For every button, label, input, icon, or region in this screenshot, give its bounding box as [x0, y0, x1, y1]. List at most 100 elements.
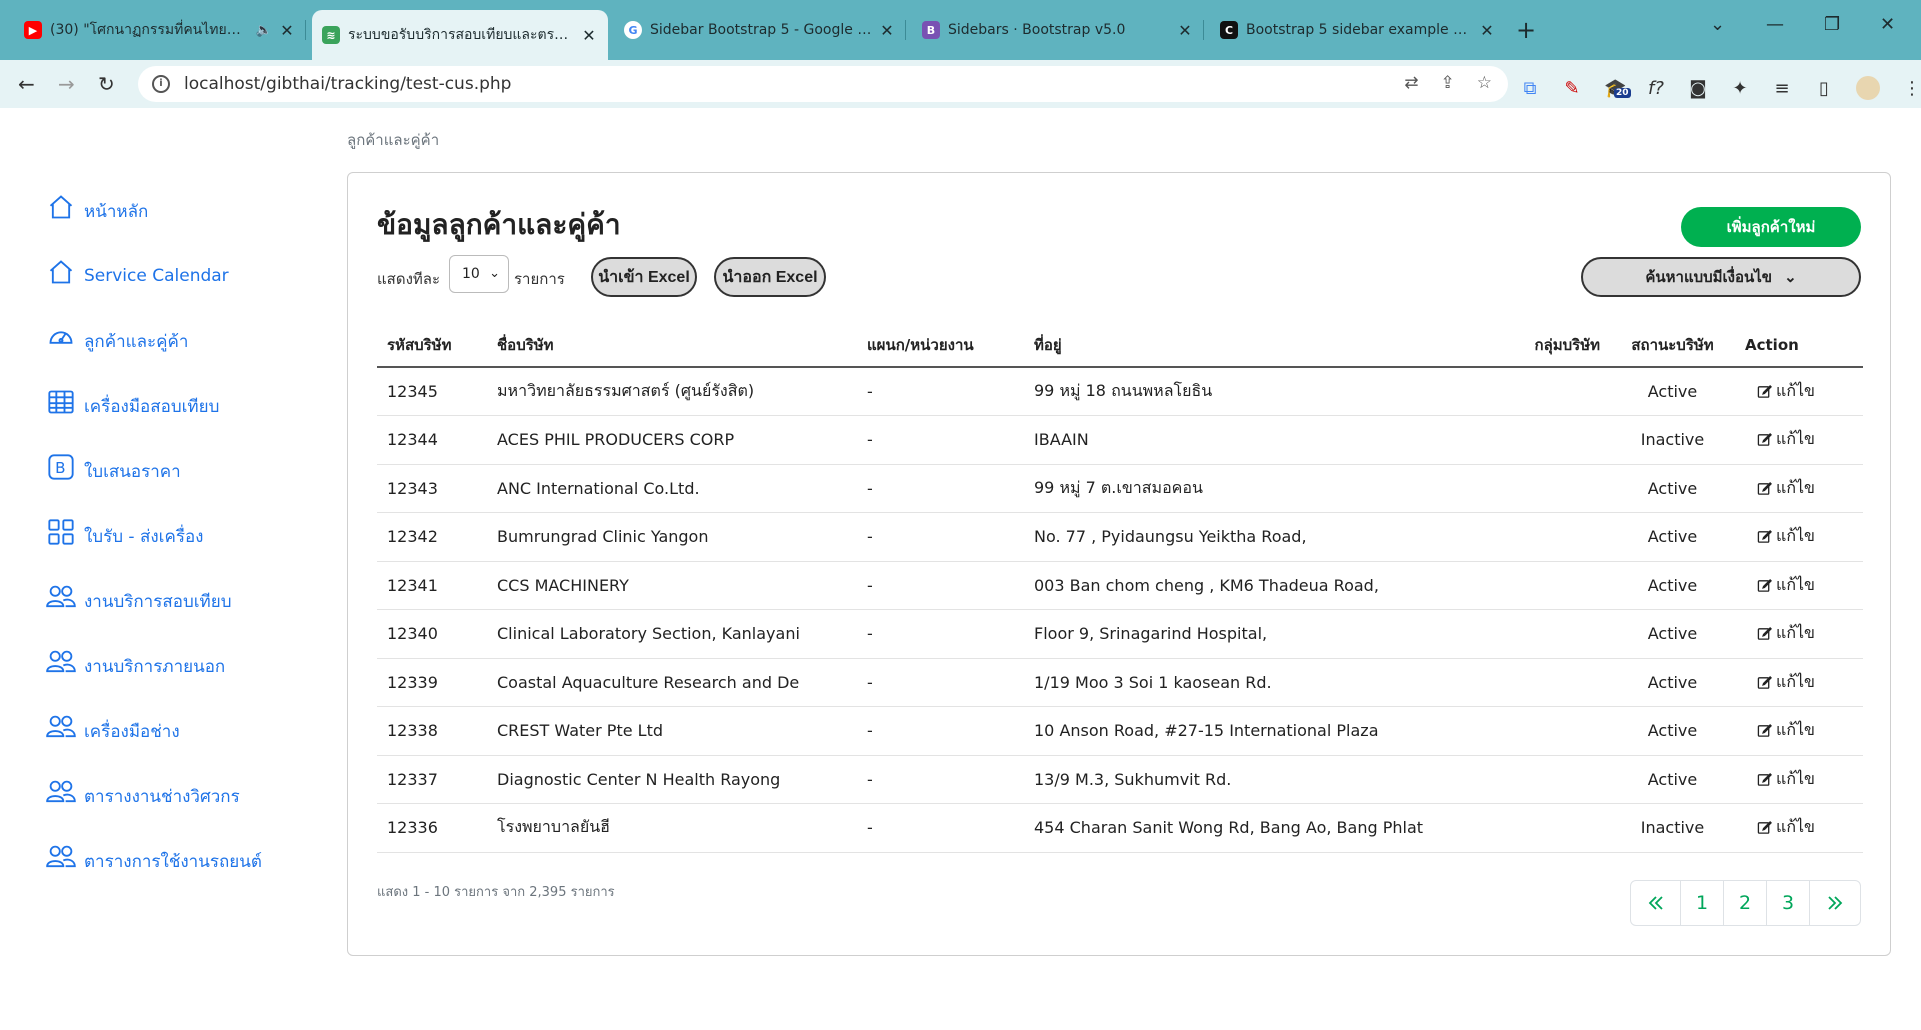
share-icon[interactable]: ⇪ — [1441, 73, 1455, 93]
youtube-icon: ▶ — [24, 21, 42, 39]
page-size-select[interactable]: 10 ⌄ — [449, 255, 509, 293]
sidebar-item-technician-tools[interactable]: เครื่องมือช่าง — [46, 710, 180, 744]
table-row: 12340 Clinical Laboratory Section, Kanlay… — [377, 609, 1863, 659]
last-page-button[interactable] — [1810, 881, 1860, 925]
first-page-button[interactable] — [1631, 881, 1681, 925]
browser-tab-bootstrap[interactable]: B Sidebars · Bootstrap v5.0 ✕ — [912, 12, 1204, 48]
tab-search-chevron-icon[interactable]: ⌄ — [1710, 14, 1725, 35]
close-tab-icon[interactable]: ✕ — [580, 26, 598, 45]
speedometer-icon — [46, 322, 76, 352]
sidebar-item-service-calendar[interactable]: Service Calendar — [46, 255, 229, 289]
profile-avatar[interactable] — [1856, 76, 1880, 100]
edit-link[interactable]: แก้ไข — [1757, 476, 1815, 501]
table-header-row: รหัสบริษัท ชื่อบริษัท แผนก/หน่วยงาน ที่อ… — [377, 323, 1863, 368]
edit-link[interactable]: แก้ไข — [1757, 524, 1815, 549]
speaker-icon[interactable]: 🔈 — [256, 23, 272, 38]
sidebar-item-receive-send[interactable]: ใบรับ - ส่งเครื่อง — [46, 515, 203, 549]
col-header-group[interactable]: กลุ่มบริษัท — [1490, 323, 1610, 368]
page-title: ข้อมูลลูกค้าและคู่ค้า — [377, 208, 621, 241]
edit-pencil-icon — [1757, 433, 1772, 447]
edit-link[interactable]: แก้ไข — [1757, 718, 1815, 743]
pagination-info: แสดง 1 - 10 รายการ จาก 2,395 รายการ — [377, 885, 615, 900]
page-button-3[interactable]: 3 — [1767, 881, 1810, 925]
table-row: 12345 มหาวิทยาลัยธรรมศาสตร์ (ศูนย์รังสิต)… — [377, 367, 1863, 416]
browser-tab-youtube[interactable]: ▶ (30) "โศกนาฏกรรมที่คนไทยจำไม่ 🔈 ✕ — [14, 12, 306, 48]
sidebar-item-home[interactable]: หน้าหลัก — [46, 190, 148, 224]
chrome-menu-icon[interactable]: ⋮ — [1902, 78, 1921, 99]
cell-action: แก้ไข — [1735, 464, 1863, 513]
url-text[interactable]: localhost/gibthai/tracking/test-cus.php — [184, 74, 511, 94]
table-row: 12343 ANC International Co.Ltd. -99 หมู่ 7… — [377, 464, 1863, 513]
cell-company-group — [1490, 755, 1610, 804]
edit-pencil-icon — [1757, 821, 1772, 835]
reload-icon[interactable]: ↻ — [98, 72, 115, 96]
browser-tab-google[interactable]: G Sidebar Bootstrap 5 - Google Sea ✕ — [614, 12, 906, 48]
add-customer-button[interactable]: เพิ่มลูกค้าใหม่ — [1681, 207, 1861, 247]
back-arrow-icon[interactable]: ← — [18, 72, 35, 96]
browser-tab-codepen[interactable]: C Bootstrap 5 sidebar example 1 on ✕ — [1210, 12, 1506, 48]
sidebar-item-calibration-tools[interactable]: เครื่องมือสอบเทียบ — [46, 385, 219, 419]
sidebar-item-calibration-service[interactable]: งานบริการสอบเทียบ — [46, 580, 232, 614]
forward-arrow-icon[interactable]: → — [58, 72, 75, 96]
export-excel-button[interactable]: นำออก Excel — [714, 257, 826, 297]
window-close-icon[interactable]: ✕ — [1880, 14, 1895, 35]
google-translate-ext-icon[interactable]: ⧉ — [1520, 78, 1540, 99]
close-tab-icon[interactable]: ✕ — [278, 21, 296, 40]
import-excel-button[interactable]: นำเข้า Excel — [591, 257, 697, 297]
sidebar-item-external-service[interactable]: งานบริการภายนอก — [46, 645, 225, 679]
page-button-1[interactable]: 1 — [1681, 881, 1724, 925]
cell-company-group — [1490, 706, 1610, 756]
cell-company-name: Diagnostic Center N Health Rayong — [487, 755, 857, 804]
cell-department: - — [857, 512, 1024, 562]
address-bar[interactable]: i localhost/gibthai/tracking/test-cus.ph… — [138, 66, 1508, 102]
site-info-icon[interactable]: i — [152, 75, 170, 93]
minimize-icon[interactable]: — — [1766, 14, 1784, 35]
reading-list-icon[interactable]: ≡ — [1772, 78, 1792, 99]
edit-link[interactable]: แก้ไข — [1757, 767, 1815, 792]
customer-table: รหัสบริษัท ชื่อบริษัท แผนก/หน่วยงาน ที่อ… — [377, 323, 1863, 853]
col-header-dept[interactable]: แผนก/หน่วยงาน — [857, 323, 1024, 368]
breadcrumb[interactable]: ลูกค้าและคู่ค้า — [347, 128, 439, 152]
graduation-cap-ext-icon[interactable]: 🎓20 — [1604, 78, 1631, 99]
edit-link[interactable]: แก้ไข — [1757, 670, 1815, 695]
sidebar-item-quotation[interactable]: B ใบเสนอราคา — [46, 450, 181, 484]
col-header-status[interactable]: สถานะบริษัท — [1610, 323, 1735, 368]
edit-link[interactable]: แก้ไข — [1757, 427, 1815, 452]
sidebar-item-car-schedule[interactable]: ตารางการใช้งานรถยนต์ — [46, 840, 262, 874]
puzzle-extensions-icon[interactable]: ✦ — [1730, 78, 1750, 99]
close-tab-icon[interactable]: ✕ — [1176, 21, 1194, 40]
table-row: 12344 ACES PHIL PRODUCERS CORP - IBAAIN Inac… — [377, 415, 1863, 465]
people-icon — [46, 647, 76, 677]
edit-link[interactable]: แก้ไข — [1757, 815, 1815, 840]
browser-tab-active[interactable]: ≋ ระบบขอรับบริการสอบเทียบและตรวจเช็ค ✕ — [312, 10, 608, 60]
col-header-id[interactable]: รหัสบริษัท — [377, 323, 487, 368]
advanced-search-button[interactable]: ค้นหาแบบมีเงื่อนไข ⌄ — [1581, 257, 1861, 297]
col-header-name[interactable]: ชื่อบริษัท — [487, 323, 857, 368]
browser-toolbar: ← → ↻ i localhost/gibthai/tracking/test-… — [0, 60, 1921, 108]
camera-ext-icon[interactable]: ◙ — [1688, 78, 1708, 99]
sidebar: Menu หน้าหลัก Service Calendar ลูกค้าและ… — [0, 108, 340, 908]
edit-link[interactable]: แก้ไข — [1757, 621, 1815, 646]
restore-icon[interactable]: ❐ — [1824, 14, 1840, 35]
translate-icon[interactable]: ⇄ — [1404, 73, 1418, 93]
edit-link[interactable]: แก้ไข — [1757, 573, 1815, 598]
edit-link[interactable]: แก้ไข — [1757, 379, 1815, 404]
formula-ext-icon[interactable]: f? — [1646, 78, 1666, 99]
new-tab-plus-icon[interactable]: + — [1516, 16, 1536, 44]
close-tab-icon[interactable]: ✕ — [1478, 21, 1496, 40]
page-button-2[interactable]: 2 — [1724, 881, 1767, 925]
bookmark-star-icon[interactable]: ☆ — [1477, 73, 1492, 93]
sidebar-item-engineer-schedule[interactable]: ตารางงานช่างวิศวกร — [46, 775, 240, 809]
cell-company-group — [1490, 609, 1610, 659]
edit-pencil-icon — [1757, 578, 1772, 592]
side-panel-icon[interactable]: ▯ — [1814, 78, 1834, 99]
sidebar-item-customers[interactable]: ลูกค้าและคู่ค้า — [46, 320, 188, 354]
edit-pencil-icon — [1757, 627, 1772, 641]
table-icon — [46, 387, 76, 417]
close-tab-icon[interactable]: ✕ — [878, 21, 896, 40]
col-header-address[interactable]: ที่อยู่ — [1024, 323, 1490, 368]
pen-ext-icon[interactable]: ✎ — [1562, 78, 1582, 99]
cell-address: IBAAIN — [1024, 415, 1490, 465]
cell-department: - — [857, 706, 1024, 756]
edit-pencil-icon — [1757, 384, 1772, 398]
